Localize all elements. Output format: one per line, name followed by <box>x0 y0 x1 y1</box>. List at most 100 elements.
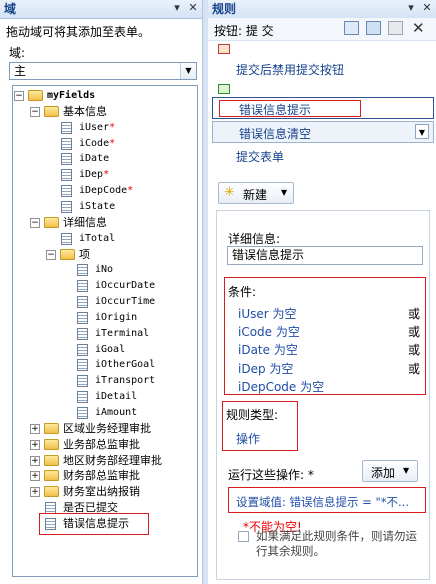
tree-folder-node[interactable]: − 基本信息 <box>13 104 197 120</box>
condition-operator[interactable]: 或 <box>408 305 420 322</box>
copy-rule-icon[interactable] <box>344 21 359 35</box>
run-actions-label: 运行这些操作: * <box>228 468 314 482</box>
tree-node-label: iDepCode* <box>79 185 134 197</box>
tree-field-node[interactable]: iOccurTime <box>13 294 197 310</box>
required-mark: * <box>103 169 110 181</box>
folder-icon <box>44 438 59 450</box>
tree-field-node[interactable]: iNo <box>13 262 197 278</box>
expand-icon[interactable]: + <box>30 439 40 450</box>
rule-icon <box>218 44 230 54</box>
tree-node-label: iDetail <box>95 391 138 403</box>
tree-field-node[interactable]: iDetail <box>13 389 197 405</box>
expand-icon[interactable]: + <box>30 487 40 498</box>
tree-field-node[interactable]: iOtherGoal <box>13 357 197 373</box>
chevron-down-icon[interactable]: ▼ <box>180 63 196 79</box>
condition-operator[interactable]: 或 <box>408 341 420 358</box>
required-mark: * <box>109 137 116 149</box>
tree-node-label: iTerminal <box>95 327 150 339</box>
collapse-icon[interactable]: − <box>46 249 56 260</box>
tree-folder-node[interactable]: + 财务部总监审批 <box>13 468 197 484</box>
tree-field-node[interactable]: iCode* <box>13 136 197 152</box>
tree-folder-node[interactable]: + 地区财务部经理审批 <box>13 453 197 469</box>
tree-field-node[interactable]: iDepCode* <box>13 183 197 199</box>
rule-type-label: 规则类型: <box>226 408 279 422</box>
collapse-icon[interactable]: − <box>30 106 40 117</box>
tree-folder-node[interactable]: + 财务室出纳报销 <box>13 484 197 500</box>
tree-field-node[interactable]: iTotal <box>13 231 197 247</box>
expand-icon[interactable]: + <box>30 423 40 434</box>
condition-item[interactable]: iUser 为空 <box>238 305 297 322</box>
action-item[interactable]: 设置域值: 错误信息提示 = "*不... <box>236 494 409 510</box>
add-action-label: 添加 <box>371 466 396 480</box>
close-icon[interactable]: ✕ <box>186 1 200 15</box>
condition-item[interactable]: iDepCode 为空 <box>238 378 324 395</box>
rules-pane: 规则 ▾ ✕ 按钮: 提 交 ✕ 提交后禁用提交按钮 错误信息提示 错误信息清空… <box>208 0 436 584</box>
rule-item-2-selected[interactable]: 错误信息提示 <box>212 97 434 119</box>
tree-node-label: iOtherGoal <box>95 359 156 371</box>
tree-folder-node[interactable]: − myFields <box>13 88 197 104</box>
field-tree: − myFields − 基本信息 iUser* iCode* iDate iDep* iDep… <box>12 85 198 577</box>
chevron-down-icon[interactable]: ▼ <box>415 124 429 139</box>
new-icon: ✳ <box>224 185 235 200</box>
new-rule-label: 新建 <box>243 188 268 202</box>
field-icon <box>61 200 72 213</box>
rule-type-value[interactable]: 操作 <box>236 430 260 447</box>
field-icon <box>61 153 72 166</box>
manage-rules-icon[interactable] <box>388 21 403 35</box>
add-action-button[interactable]: 添加 ▼ <box>362 460 418 482</box>
condition-item[interactable]: iDate 为空 <box>238 341 298 358</box>
field-icon <box>77 359 88 372</box>
fields-hint: 拖动域可将其添加至表单。 <box>6 25 151 39</box>
field-label: 域: <box>9 46 26 60</box>
folder-icon <box>44 422 59 434</box>
tree-node-label: iTransport <box>95 375 156 387</box>
tree-field-node[interactable]: iTerminal <box>13 326 197 342</box>
folder-icon <box>44 105 59 117</box>
condition-item[interactable]: iDep 为空 <box>238 360 293 377</box>
rule-item-2-label: 错误信息提示 <box>239 103 312 117</box>
collapse-icon[interactable]: − <box>30 217 40 228</box>
tree-field-node[interactable]: iState <box>13 199 197 215</box>
tree-node-label: iNo <box>95 264 114 276</box>
tree-folder-node[interactable]: + 区域业务经理审批 <box>13 421 197 437</box>
condition-item[interactable]: iCode 为空 <box>238 323 300 340</box>
tree-node-label: myFields <box>47 90 96 101</box>
rule-item-3[interactable]: 错误信息清空 ▼ <box>212 121 434 143</box>
details-label: 详细信息: <box>228 232 281 246</box>
folder-icon <box>44 486 59 498</box>
condition-label: 条件: <box>228 285 257 299</box>
tree-folder-node[interactable]: − 详细信息 <box>13 215 197 231</box>
tree-field-node[interactable]: iDate <box>13 151 197 167</box>
paste-rule-icon[interactable] <box>366 21 381 35</box>
rule-name-input[interactable]: 错误信息提示 <box>227 246 423 265</box>
tree-node-label: iCode* <box>79 137 116 149</box>
tree-folder-node[interactable]: + 业务部总监审批 <box>13 437 197 453</box>
collapse-icon[interactable]: − <box>14 91 24 101</box>
tree-field-node[interactable]: iDep* <box>13 167 197 183</box>
tree-field-node[interactable]: iUser* <box>13 120 197 136</box>
condition-operator[interactable]: 或 <box>408 323 420 340</box>
control-label: 按钮: 提 交 <box>214 24 274 38</box>
rule-submit-form[interactable]: 提交表单 <box>236 148 284 165</box>
close-icon[interactable]: ✕ <box>420 1 434 15</box>
field-icon <box>61 232 72 245</box>
required-mark: * <box>109 121 116 133</box>
stop-processing-checkbox[interactable] <box>238 531 249 542</box>
tree-field-node[interactable]: iOrigin <box>13 310 197 326</box>
tree-folder-node[interactable]: − 项 <box>13 247 197 263</box>
condition-operator[interactable]: 或 <box>408 360 420 377</box>
tree-node-label: iState <box>79 200 116 212</box>
rule-item-1[interactable]: 提交后禁用提交按钮 <box>236 61 344 78</box>
tree-field-node[interactable]: iTransport <box>13 373 197 389</box>
field-source-select[interactable]: 主 ▼ <box>9 62 197 80</box>
tree-field-node[interactable]: iOccurDate <box>13 278 197 294</box>
new-rule-button[interactable]: ✳ 新建 ▼ <box>218 182 294 204</box>
tree-field-node[interactable]: iAmount <box>13 405 197 421</box>
dropdown-icon[interactable]: ▾ <box>404 1 418 15</box>
delete-rule-icon[interactable]: ✕ <box>412 19 425 37</box>
expand-icon[interactable]: + <box>30 471 40 482</box>
folder-icon <box>44 470 59 482</box>
expand-icon[interactable]: + <box>30 455 40 466</box>
tree-field-node[interactable]: iGoal <box>13 342 197 358</box>
dropdown-icon[interactable]: ▾ <box>170 1 184 15</box>
